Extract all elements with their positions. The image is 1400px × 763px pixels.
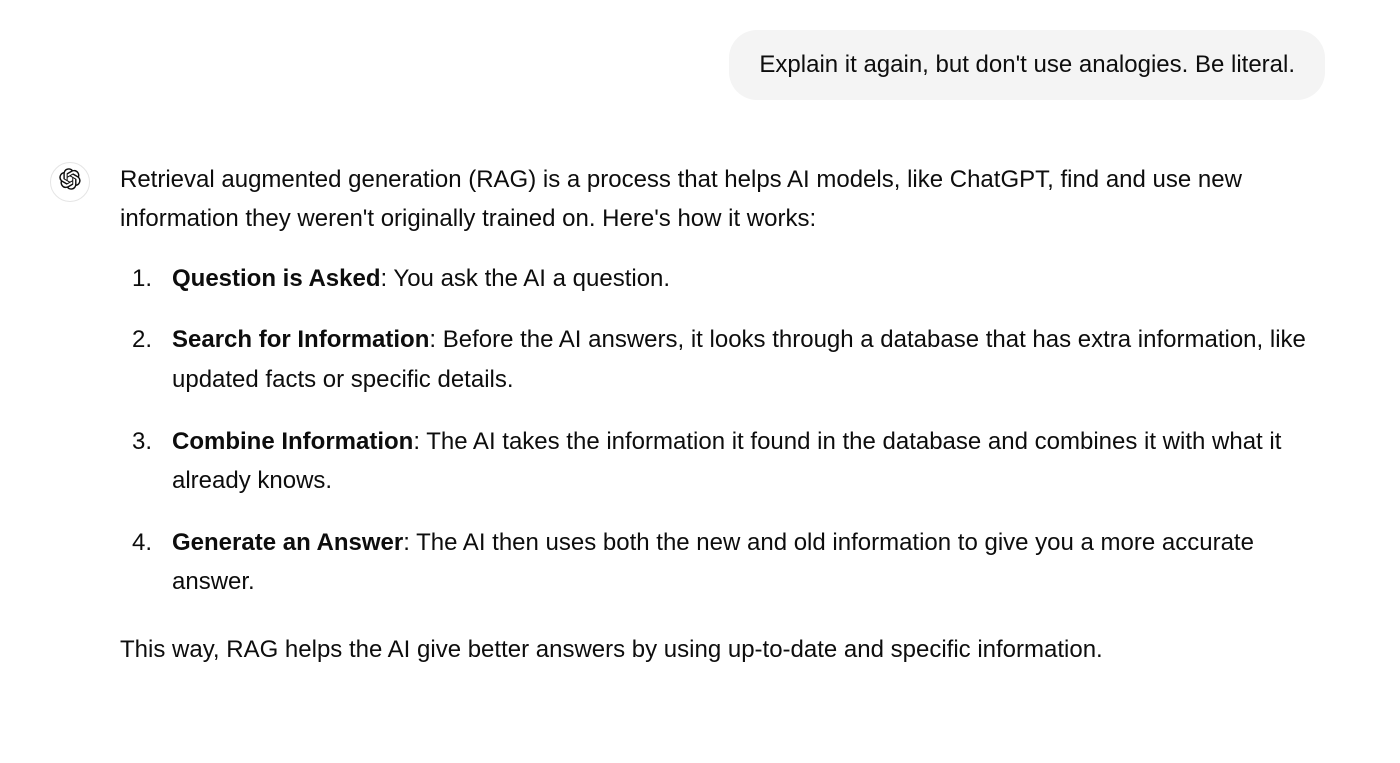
step-title: Generate an Answer [172,529,403,556]
assistant-closing-text: This way, RAG helps the AI give better a… [120,630,1340,670]
user-message-text: Explain it again, but don't use analogie… [759,51,1295,78]
step-title: Combine Information [172,428,413,455]
user-message-bubble[interactable]: Explain it again, but don't use analogie… [729,30,1325,100]
step-title: Search for Information [172,326,429,353]
openai-logo-icon [59,168,81,195]
list-item: Search for Information: Before the AI an… [172,320,1340,399]
assistant-avatar [50,162,90,202]
step-title: Question is Asked [172,265,381,292]
assistant-message-row: Retrieval augmented generation (RAG) is … [50,160,1340,670]
user-message-row: Explain it again, but don't use analogie… [50,30,1340,100]
assistant-intro-text: Retrieval augmented generation (RAG) is … [120,160,1340,239]
list-item: Question is Asked: You ask the AI a ques… [172,259,1340,299]
step-body: : You ask the AI a question. [381,265,671,292]
list-item: Combine Information: The AI takes the in… [172,422,1340,501]
assistant-message-content: Retrieval augmented generation (RAG) is … [120,160,1340,670]
assistant-steps-list: Question is Asked: You ask the AI a ques… [120,259,1340,602]
list-item: Generate an Answer: The AI then uses bot… [172,523,1340,602]
chat-container: Explain it again, but don't use analogie… [50,30,1340,670]
